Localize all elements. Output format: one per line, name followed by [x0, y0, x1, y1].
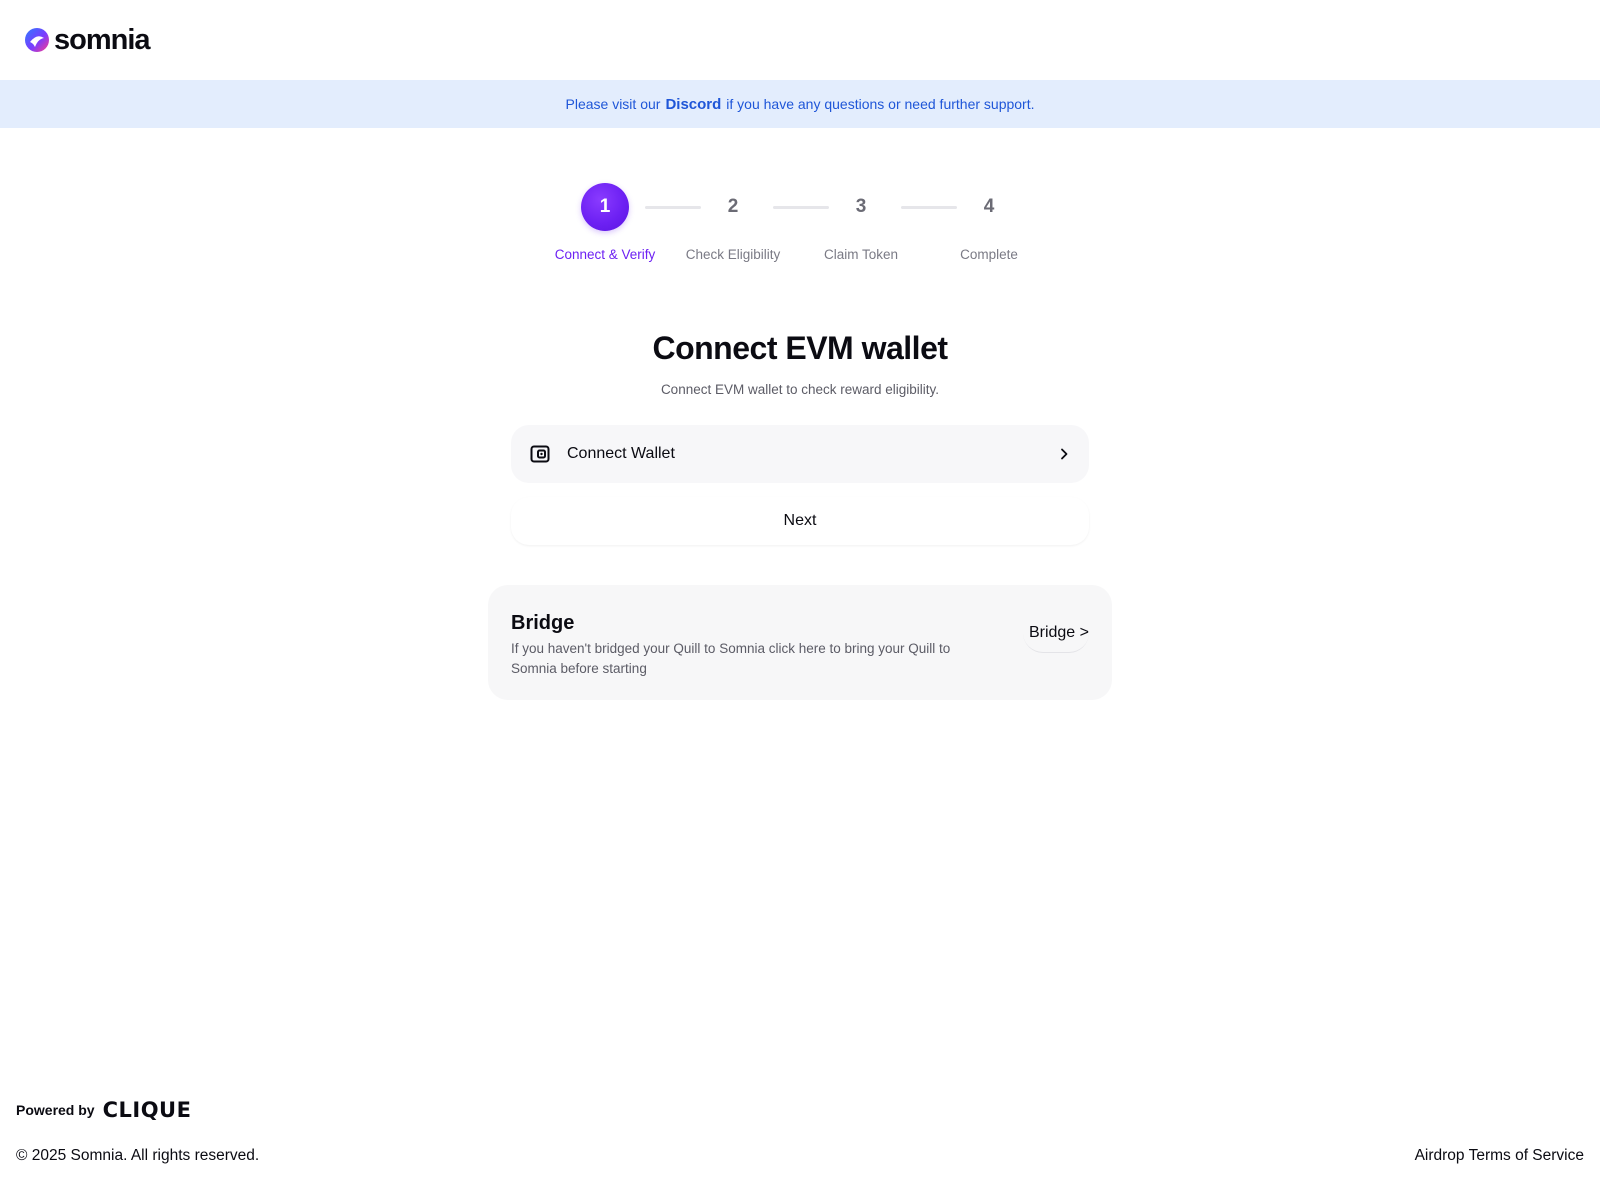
support-banner: Please visit our Discord if you have any…	[0, 80, 1600, 128]
discord-link[interactable]: Discord	[665, 96, 721, 113]
powered-by-label: Powered by	[16, 1102, 95, 1118]
progress-stepper: 1 Connect & Verify 2 Check Eligibility 3…	[545, 183, 1055, 273]
somnia-logo-icon	[25, 28, 49, 52]
next-button[interactable]: Next	[511, 497, 1089, 545]
somnia-logo[interactable]: somnia	[24, 23, 151, 57]
step-complete: 4 Complete	[929, 183, 1049, 262]
wallet-icon	[530, 445, 550, 463]
banner-suffix: if you have any questions or need furthe…	[726, 96, 1035, 112]
step-check-eligibility: 2 Check Eligibility	[673, 183, 793, 262]
powered-by: Powered by CLIQUE	[16, 1098, 191, 1122]
step-label: Check Eligibility	[685, 247, 781, 262]
step-number: 1	[581, 183, 629, 231]
connect-wallet-button[interactable]: Connect Wallet	[511, 425, 1089, 483]
step-number: 4	[983, 196, 995, 217]
step-claim-token: 3 Claim Token	[801, 183, 921, 262]
step-label: Complete	[960, 247, 1018, 262]
bridge-button[interactable]: Bridge >	[1022, 613, 1089, 653]
header: somnia	[0, 0, 1600, 80]
airdrop-terms-link[interactable]: Airdrop Terms of Service	[1415, 1147, 1584, 1165]
step-number: 2	[727, 196, 739, 217]
copyright-text: © 2025 Somnia. All rights reserved.	[16, 1147, 260, 1164]
step-label: Connect & Verify	[554, 247, 656, 262]
step-connect-verify: 1 Connect & Verify	[545, 183, 665, 262]
bridge-description: If you haven't bridged your Quill to Som…	[511, 641, 951, 676]
page-title: Connect EVM wallet	[652, 330, 948, 366]
bridge-title: Bridge	[511, 612, 575, 634]
connect-wallet-label: Connect Wallet	[567, 445, 675, 462]
logo-text: somnia	[54, 23, 151, 56]
page-subtitle: Connect EVM wallet to check reward eligi…	[660, 382, 940, 397]
banner-prefix: Please visit our	[565, 96, 661, 112]
step-number: 3	[855, 196, 867, 217]
bridge-card: Bridge If you haven't bridged your Quill…	[488, 585, 1112, 700]
step-label: Claim Token	[823, 247, 899, 262]
clique-logo[interactable]: CLIQUE	[103, 1098, 192, 1122]
chevron-right-icon	[1061, 448, 1068, 460]
